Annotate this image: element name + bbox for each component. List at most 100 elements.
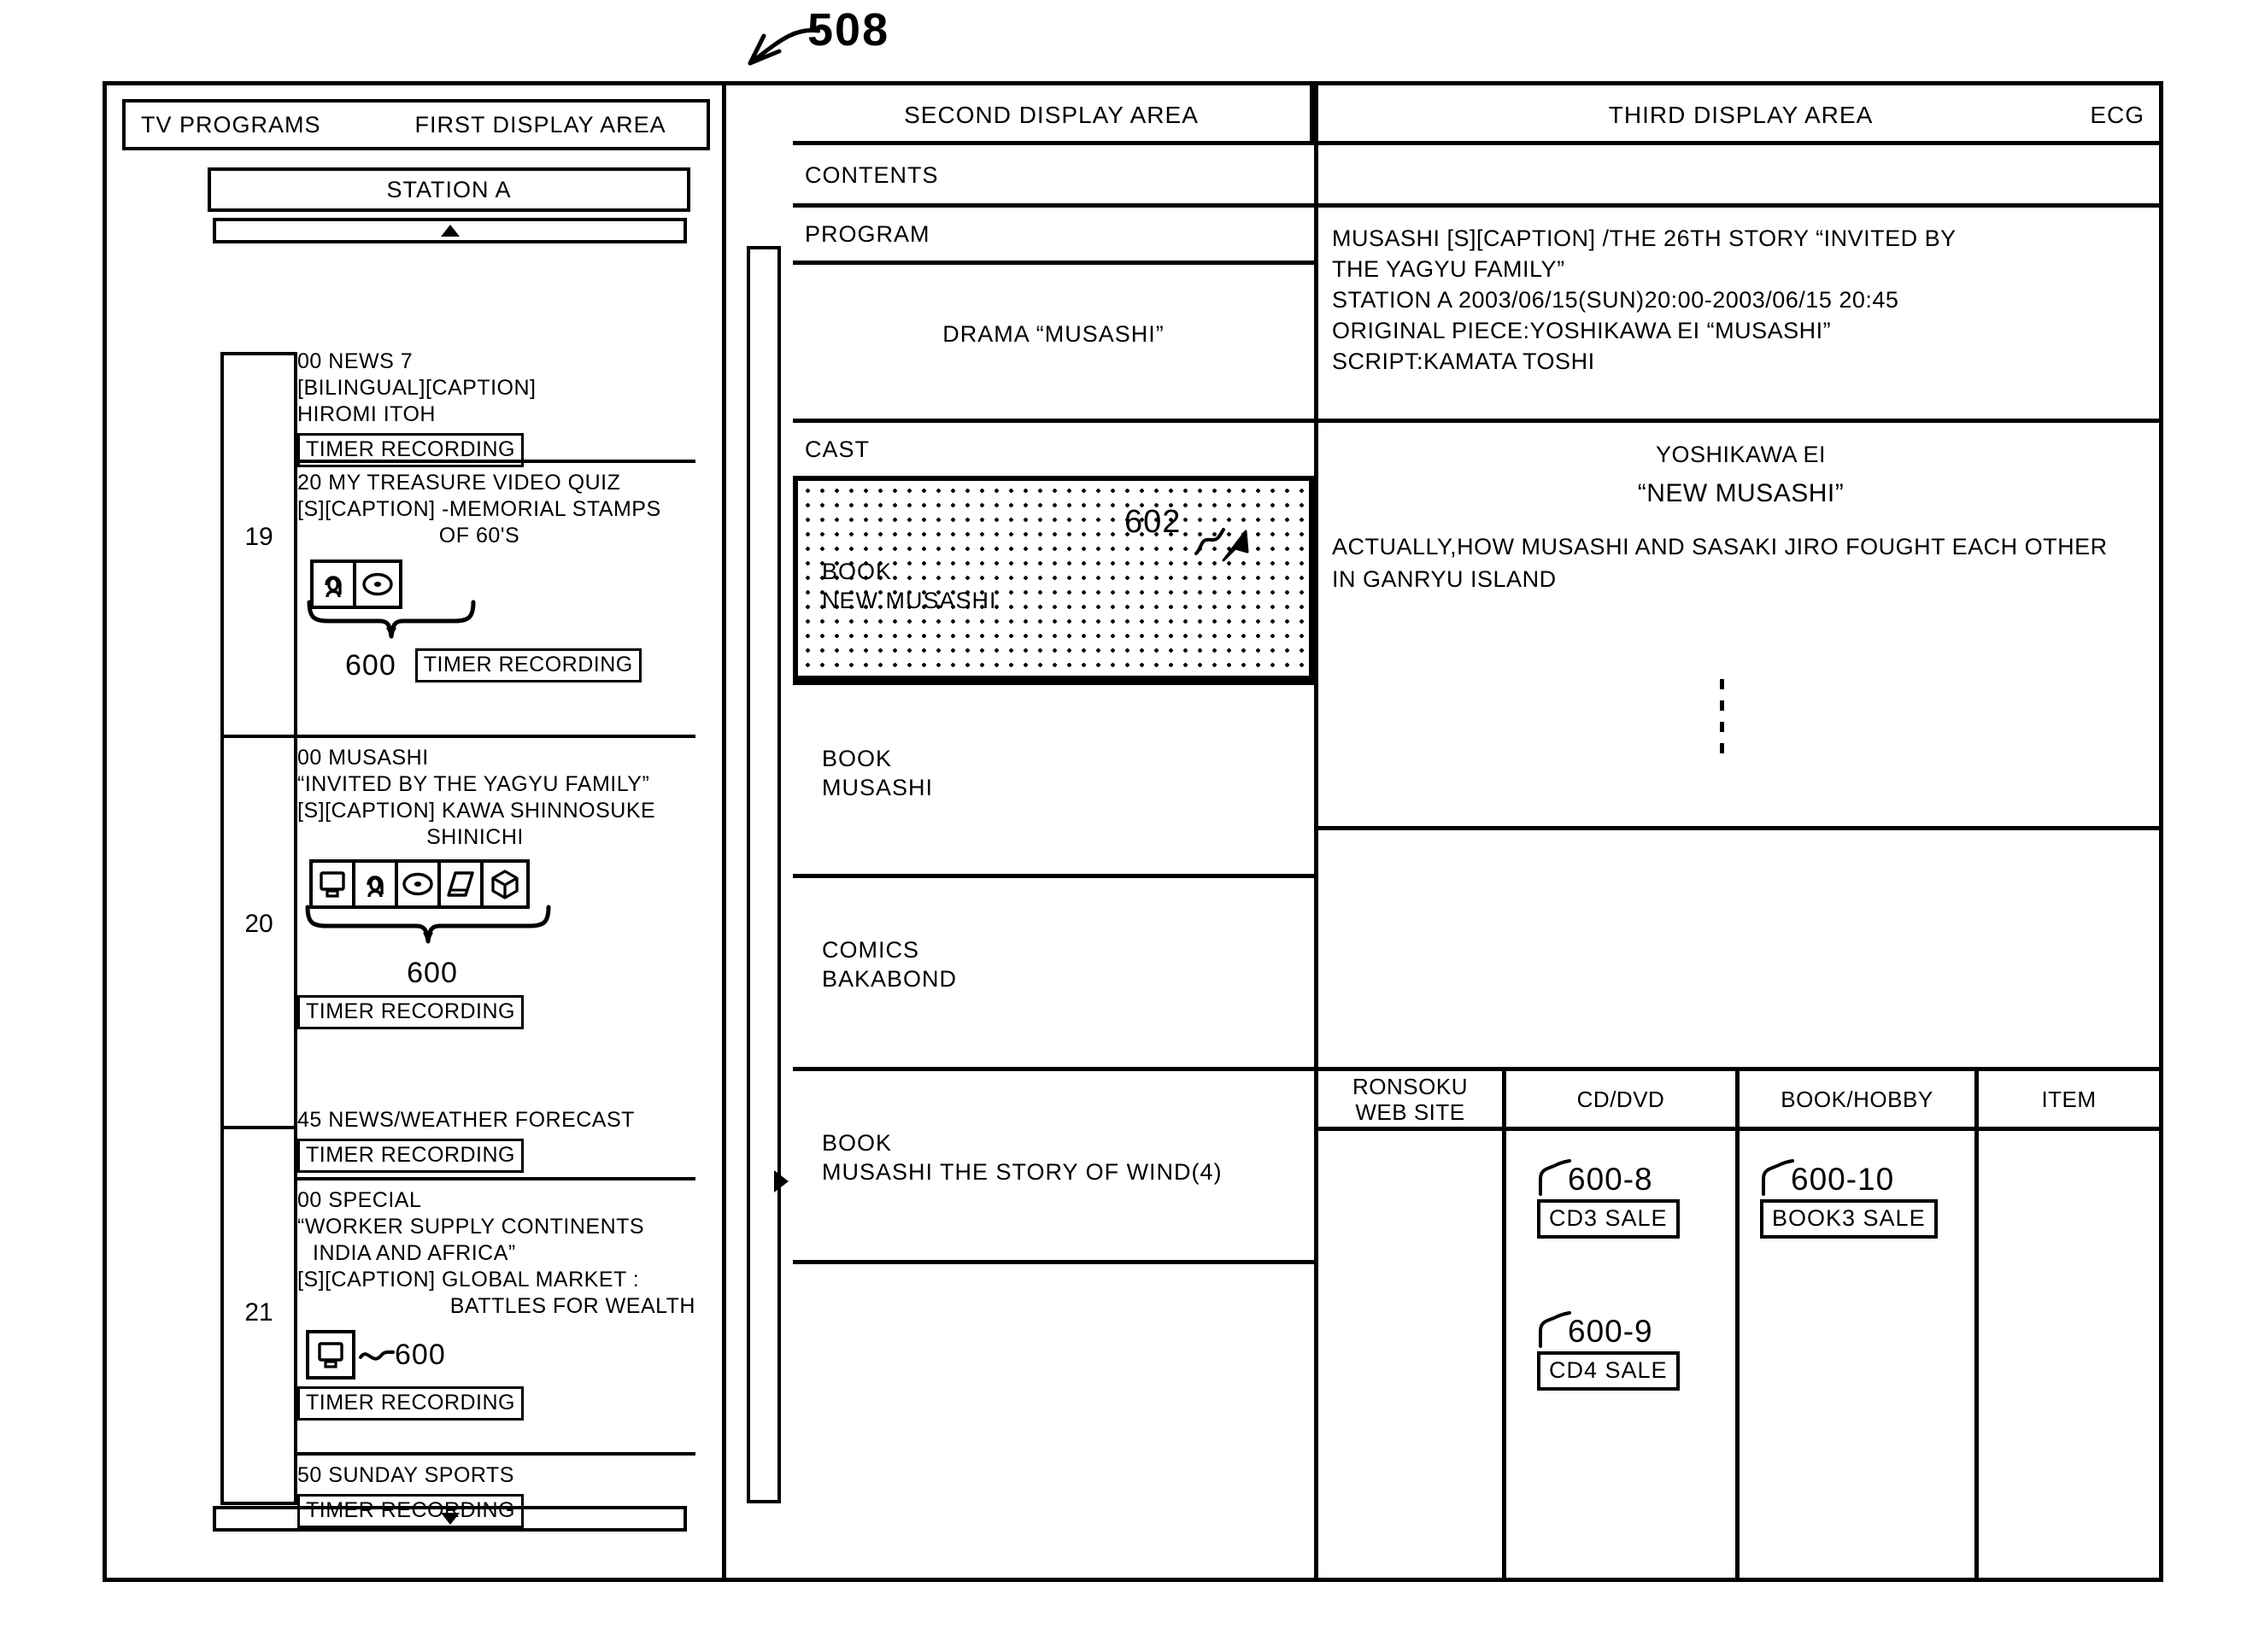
hour-divider <box>220 352 297 355</box>
program-line3: INDIA AND AFRICA” <box>313 1241 516 1265</box>
program-title: MY TREASURE VIDEO QUIZ <box>328 471 621 495</box>
cd4-sale-button[interactable]: CD4 SALE <box>1537 1351 1680 1391</box>
right-panel-header: SECOND DISPLAY AREA THIRD DISPLAY AREA E… <box>793 85 2163 145</box>
arrow-cursor-icon <box>1194 528 1249 562</box>
program-row[interactable]: PROGRAM <box>793 208 1314 261</box>
program-separator <box>297 1452 695 1456</box>
third-display-area-label: THIRD DISPLAY AREA <box>1608 102 1874 128</box>
station-label: STATION A <box>386 176 512 202</box>
program-line2: “WORKER SUPPLY CONTINENTS <box>297 1215 645 1239</box>
first-display-area-label: FIRST DISPLAY AREA <box>414 111 666 138</box>
program-time: 00 <box>297 349 322 373</box>
timer-recording-button[interactable]: TIMER RECORDING <box>297 1139 524 1173</box>
content-item-book-musashi[interactable]: BOOK MUSASHI <box>793 681 1314 874</box>
hour-label-21: 21 <box>244 1298 273 1327</box>
first-display-area: TV PROGRAMS FIRST DISPLAY AREA STATION A… <box>107 85 726 1578</box>
program-detail-cell: MUSASHI [S][CAPTION] /THE 26TH STORY “IN… <box>1318 208 2163 419</box>
column-header-ronsoku: RONSOKU WEB SITE <box>1318 1071 1506 1127</box>
person-icon[interactable] <box>355 863 398 905</box>
column-header-book-hobby: BOOK/HOBBY <box>1740 1071 1979 1127</box>
program-title: NEWS 7 <box>328 349 414 373</box>
program-time: 50 <box>297 1463 322 1487</box>
reference-600: 600 <box>395 1338 446 1371</box>
program-line2: [BILINGUAL][CAPTION] <box>297 376 537 400</box>
content-icon-strip[interactable] <box>309 859 530 909</box>
content-item-comics-bakabond[interactable]: COMICS BAKABOND <box>793 874 1314 1067</box>
tv-programs-label: TV PROGRAMS <box>141 111 321 138</box>
content-icon-strip[interactable] <box>306 1330 355 1380</box>
hour-label-19: 19 <box>244 523 273 551</box>
cast-label: CAST <box>805 436 871 462</box>
second-display-area-label: SECOND DISPLAY AREA <box>793 85 1314 145</box>
selected-item-label: BOOK NEW MUSASHI <box>822 559 997 613</box>
epg-screen: TV PROGRAMS FIRST DISPLAY AREA STATION A… <box>103 81 2163 1582</box>
cell-book-hobby[interactable]: 600-10 BOOK3 SALE <box>1740 1131 1979 1578</box>
row-divider <box>793 1260 1314 1264</box>
program-line2: [S][CAPTION] -MEMORIAL STAMPS <box>297 497 661 521</box>
program-separator <box>297 735 695 738</box>
brace-leader-icon <box>305 905 551 944</box>
program-separator <box>297 460 695 463</box>
reference-600-9: 600-9 <box>1568 1314 1653 1349</box>
program-separator <box>297 1177 695 1180</box>
cd3-sale-button[interactable]: CD3 SALE <box>1537 1199 1680 1239</box>
program-title: NEWS/WEATHER FORECAST <box>328 1108 635 1132</box>
disc-icon[interactable] <box>398 863 441 905</box>
program-time: 00 <box>297 746 322 770</box>
timer-recording-button[interactable]: TIMER RECORDING <box>297 1386 524 1421</box>
program-item[interactable]: 20 MY TREASURE VIDEO QUIZ [S][CAPTION] -… <box>297 470 695 682</box>
drama-row[interactable]: DRAMA “MUSASHI” <box>793 265 1314 419</box>
contents-row[interactable]: CONTENTS <box>793 145 1314 203</box>
program-label: PROGRAM <box>805 221 930 247</box>
book-icon[interactable] <box>441 863 484 905</box>
column-header-cd-dvd: CD/DVD <box>1506 1071 1740 1127</box>
triangle-right-icon[interactable] <box>774 1170 789 1192</box>
contents-label: CONTENTS <box>805 162 939 188</box>
book-title: “NEW MUSASHI” <box>1637 479 1845 507</box>
leader-line-icon <box>1539 1311 1571 1348</box>
cell-cd-dvd[interactable]: 600-8 CD3 SALE 600-9 CD4 SALE <box>1506 1131 1740 1578</box>
content-item-book-wind[interactable]: BOOK MUSASHI THE STORY OF WIND(4) <box>793 1067 1314 1260</box>
right-panels: SECOND DISPLAY AREA THIRD DISPLAY AREA E… <box>793 85 2163 1578</box>
leader-line-icon <box>1539 1159 1571 1196</box>
program-detail-text: MUSASHI [S][CAPTION] /THE 26TH STORY “IN… <box>1332 226 1957 374</box>
subtable-body-row: 600-8 CD3 SALE 600-9 CD4 SALE 600-10 BOO… <box>1318 1131 2163 1578</box>
program-title: SUNDAY SPORTS <box>328 1463 514 1487</box>
cell-ronsoku[interactable] <box>1318 1131 1506 1578</box>
triangle-up-icon <box>440 225 460 237</box>
program-item[interactable]: 00 SPECIAL “WORKER SUPPLY CONTINENTS IND… <box>297 1187 695 1421</box>
monitor-icon[interactable] <box>309 1333 352 1376</box>
vertical-scrollbar[interactable] <box>747 246 789 1503</box>
program-line2: “INVITED BY THE YAGYU FAMILY” <box>297 772 650 796</box>
hour-divider <box>220 735 297 738</box>
monitor-icon[interactable] <box>313 863 355 905</box>
program-line3: [S][CAPTION] KAWA SHINNOSUKE <box>297 799 656 823</box>
cell-item[interactable] <box>1979 1131 2159 1578</box>
program-list: 00 NEWS 7 [BILINGUAL][CAPTION] HIROMI IT… <box>297 246 695 1528</box>
program-line4: SHINICHI <box>426 825 524 849</box>
program-item[interactable]: 00 MUSASHI “INVITED BY THE YAGYU FAMILY”… <box>297 745 695 1029</box>
triangle-down-icon <box>440 1513 460 1525</box>
vertical-ellipsis-icon <box>1720 679 1724 753</box>
ecg-label: ECG <box>2090 102 2144 128</box>
program-item[interactable]: 45 NEWS/WEATHER FORECAST TIMER RECORDING <box>297 1107 695 1173</box>
drama-label: DRAMA “MUSASHI” <box>942 321 1165 347</box>
reference-600-10: 600-10 <box>1791 1162 1895 1197</box>
hour-divider <box>220 1126 297 1129</box>
scroll-up-button[interactable] <box>213 218 687 243</box>
program-line3: HIROMI ITOH <box>297 402 436 426</box>
content-item-label: BOOK MUSASHI THE STORY OF WIND(4) <box>822 1130 1223 1185</box>
book3-sale-button[interactable]: BOOK3 SALE <box>1760 1199 1938 1239</box>
box-icon[interactable] <box>484 863 526 905</box>
book-author: YOSHIKAWA EI <box>1655 442 1827 467</box>
hour-divider <box>220 1502 297 1505</box>
content-item-label: BOOK MUSASHI <box>822 746 934 800</box>
program-item[interactable]: 00 NEWS 7 [BILINGUAL][CAPTION] HIROMI IT… <box>297 349 695 467</box>
station-selector[interactable]: STATION A <box>208 167 690 212</box>
cast-row[interactable]: CAST <box>793 423 1314 476</box>
scroll-down-button[interactable] <box>213 1506 687 1532</box>
timer-recording-button[interactable]: TIMER RECORDING <box>297 995 524 1029</box>
leader-line-icon <box>359 1350 395 1361</box>
shopping-subtable: RONSOKU WEB SITE CD/DVD BOOK/HOBBY ITEM … <box>1318 1067 2163 1578</box>
first-area-header: TV PROGRAMS FIRST DISPLAY AREA <box>122 99 710 150</box>
